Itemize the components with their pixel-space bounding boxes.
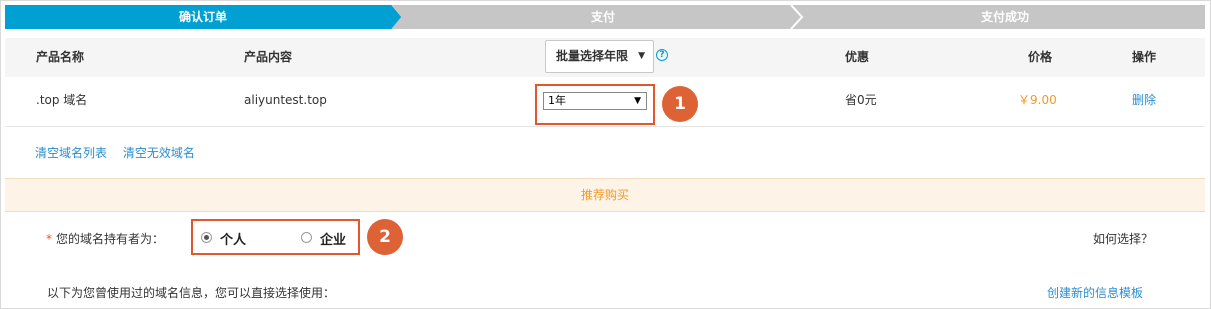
create-template-link[interactable]: 创建新的信息模板 (1047, 284, 1143, 301)
chevron-down-icon: ▼ (638, 51, 645, 61)
how-to-choose-link[interactable]: 如何选择？ (1093, 230, 1153, 247)
header-price: 价格 (1028, 50, 1053, 64)
required-mark: * (46, 232, 52, 246)
clear-list-link[interactable]: 清空域名列表 (35, 146, 107, 160)
highlight-box-2 (191, 219, 360, 255)
clear-invalid-link[interactable]: 清空无效域名 (123, 146, 195, 160)
recommend-bar: 推荐购买 (5, 178, 1205, 212)
header-product-name: 产品名称 (36, 50, 85, 64)
header-product-content: 产品内容 (244, 50, 293, 64)
batch-year-select-label: 批量选择年限 (556, 49, 629, 63)
batch-year-select[interactable]: 批量选择年限 ▼ (545, 40, 654, 73)
step-badge-2: 2 (367, 219, 403, 255)
cell-price: ￥9.00 (1018, 93, 1057, 107)
cell-product-name: .top 域名 (36, 93, 88, 107)
help-icon[interactable]: ? (656, 49, 668, 61)
info-text: 以下为您曾使用过的域名信息，您可以直接选择使用： (47, 286, 336, 300)
header-discount: 优惠 (845, 50, 870, 64)
header-action: 操作 (1132, 50, 1157, 64)
list-actions: 清空域名列表 清空无效域名 (35, 144, 207, 161)
cell-discount: 省0元 (845, 93, 877, 107)
table-header: 产品名称 产品内容 批量选择年限 ▼ ? 优惠 价格 操作 (5, 38, 1205, 77)
cell-product-content: aliyuntest.top (244, 93, 327, 107)
highlight-box-1 (535, 84, 655, 125)
step-arrows (391, 5, 804, 29)
recommend-label: 推荐购买 (580, 188, 629, 202)
owner-label: * 您的域名持有者为： (46, 230, 164, 247)
delete-link[interactable]: 删除 (1132, 77, 1156, 123)
owner-label-text: 您的域名持有者为： (56, 232, 165, 246)
step-badge-1: 1 (662, 86, 698, 122)
checkout-steps: 确认订单 支付 支付成功 (5, 5, 1205, 29)
